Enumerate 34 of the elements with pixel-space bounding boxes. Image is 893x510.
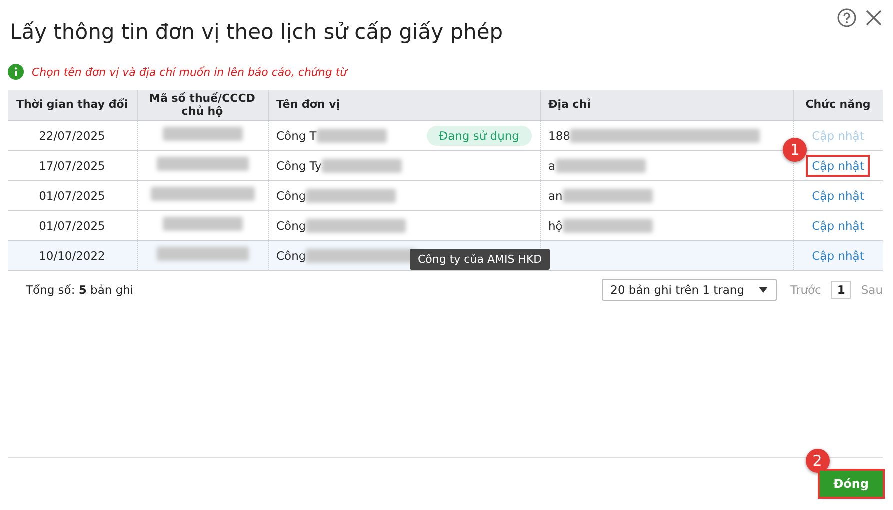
table-cell: Công [276,248,306,262]
update-link[interactable]: Cập nhật [808,156,868,174]
step-marker: 2 [806,449,830,473]
table-cell: 01/07/2025 [39,218,106,232]
table-cell: 188 [548,128,570,142]
table-cell: 10/10/2022 [39,248,106,262]
table-cell: 01/07/2025 [39,188,106,202]
table-cell: hộ [548,218,563,232]
step-marker: 1 [783,138,808,162]
table-cell: 17/07/2025 [39,158,106,172]
status-badge: Đang sử dụng [427,126,532,146]
table-cell: Công T [276,128,317,142]
table-cell: Công [276,188,306,202]
next-link[interactable]: Sau [861,283,883,297]
close-button[interactable]: Đóng [820,471,883,497]
page-number[interactable]: 1 [831,281,852,299]
column-header: Địa chỉ [548,98,591,112]
tooltip: Công ty của AMIS HKD [410,249,550,270]
table-cell: an [548,188,563,202]
table-cell: a [548,158,556,172]
update-link[interactable]: Cập nhật [808,216,868,234]
record-count: Tổng số: 5 bản ghi [26,283,134,297]
column-header: Mã số thuế/CCCD chủ hộ [150,92,256,118]
column-header: Thời gian thay đổi [16,98,128,112]
table-cell: Công Ty [276,158,322,172]
notice-text: Chọn tên đơn vị và địa chỉ muốn in lên báo cáo, chứng từ [32,66,348,78]
column-header: Chức năng [806,98,871,112]
column-header: Tên đơn vị [276,98,340,112]
previous-link[interactable]: Trước [790,283,822,297]
table-cell: Công [276,218,306,232]
window-title: Lấy thông tin đơn vị theo lịch sử cấp giấy phép [10,20,504,44]
update-link[interactable]: Cập nhật [808,186,868,204]
table-cell: 22/07/2025 [39,128,106,142]
page-size-dropdown[interactable]: 20 bản ghi trên 1 trang [602,279,777,301]
